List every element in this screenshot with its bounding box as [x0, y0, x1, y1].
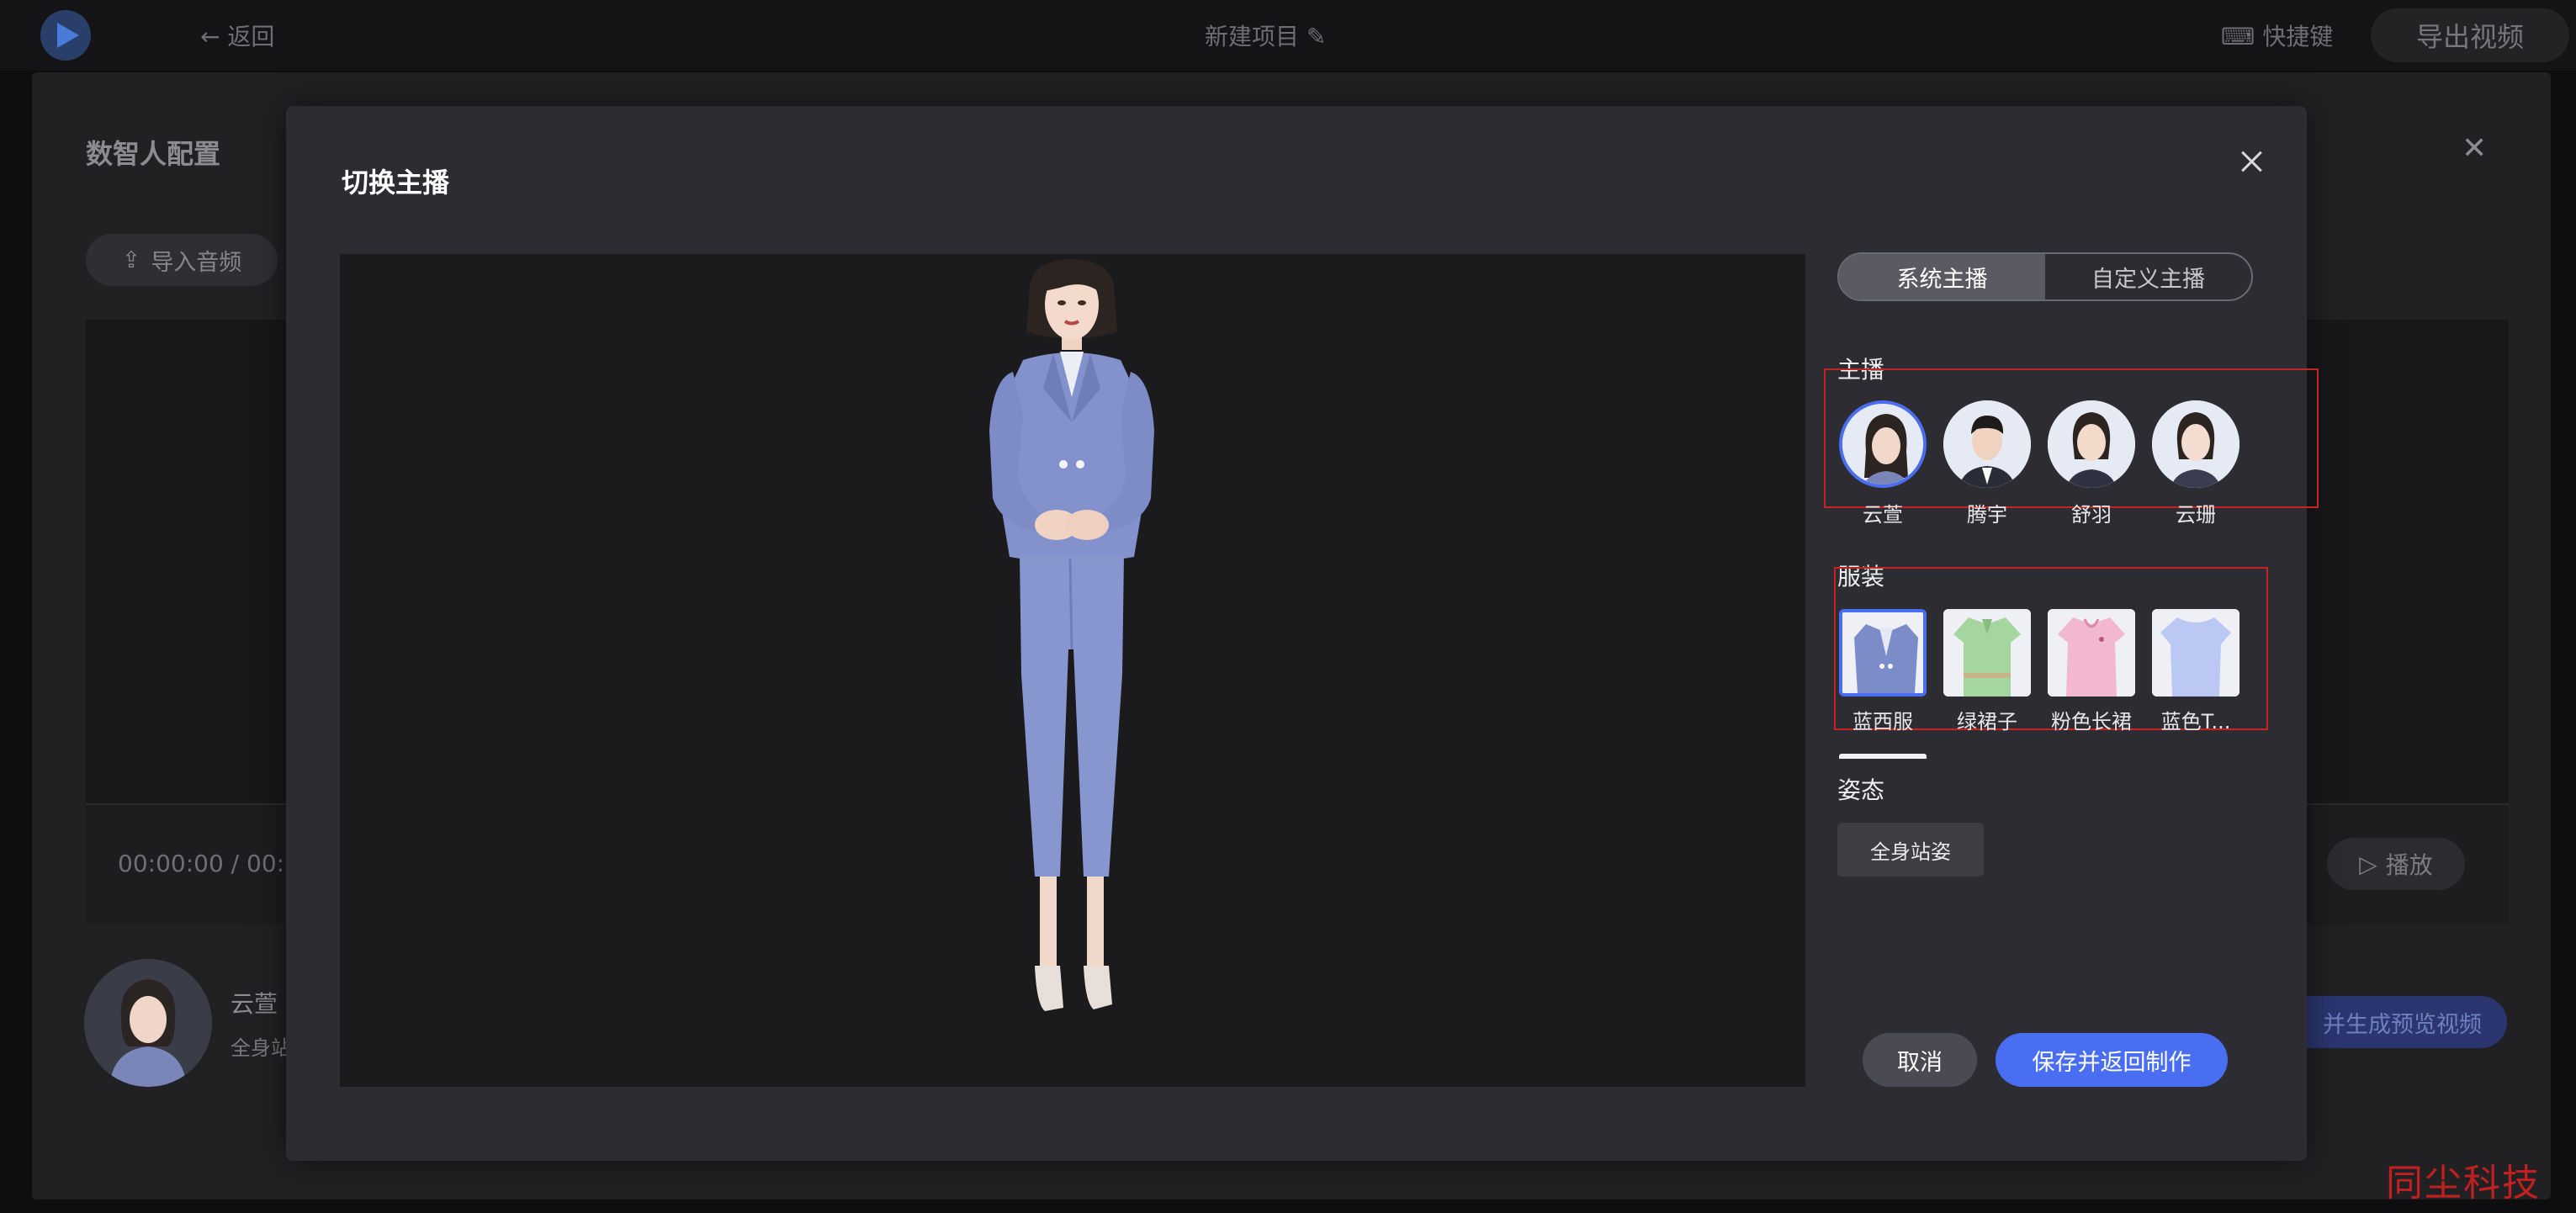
time-display: 00:00:00 / 00:	[118, 850, 284, 877]
project-title[interactable]: 新建项目 ✎	[1205, 19, 1326, 52]
edit-icon: ✎	[1299, 23, 1327, 50]
anchor-name-shuyu: 舒羽	[2071, 503, 2112, 527]
anchor-option-yunxuan[interactable]	[1839, 400, 1927, 488]
outfit-option-pink-dress[interactable]	[2048, 609, 2135, 697]
cancel-button[interactable]: 取消	[1863, 1033, 1977, 1087]
outfit-name-pink-dress: 粉色长裙	[2051, 710, 2132, 734]
watermark-text: 同尘科技	[2386, 1162, 2541, 1205]
close-icon[interactable]	[2234, 145, 2268, 178]
export-video-button[interactable]: 导出视频	[2371, 8, 2569, 62]
shortcut-label: 快捷键	[2262, 23, 2334, 50]
anchor-name-yunxuan: 云萱	[1863, 503, 1903, 527]
outfit-option-blue-tshirt[interactable]	[2152, 609, 2239, 697]
back-button[interactable]: ← 返回	[200, 19, 274, 52]
tab-system-anchor[interactable]: 系统主播	[1839, 254, 2045, 299]
import-audio-button[interactable]: ⇪ 导入音频	[86, 234, 278, 286]
anchor-full-body-figure	[989, 259, 1154, 1011]
save-and-return-button[interactable]: 保存并返回制作	[1996, 1033, 2228, 1087]
time-total: 00:	[246, 850, 285, 877]
anchor-name-yunshan: 云珊	[2176, 503, 2216, 527]
anchor-preview-stage	[340, 254, 1805, 1087]
pose-section-label: 姿态	[1837, 776, 1885, 804]
keyboard-icon: ⌨	[2221, 23, 2263, 50]
import-audio-label: 导入音频	[151, 249, 242, 276]
app-logo	[40, 10, 91, 61]
config-close-icon[interactable]: ✕	[2462, 131, 2487, 166]
current-anchor-avatar[interactable]	[84, 959, 212, 1087]
time-separator: /	[231, 850, 240, 877]
pose-option-full-body-standing[interactable]: 全身站姿	[1837, 823, 1984, 877]
outfit-name-blue-tshirt: 蓝色T...	[2160, 710, 2231, 734]
config-dialog-title: 数智人配置	[86, 138, 221, 170]
play-button[interactable]: ▷ 播放	[2327, 838, 2465, 890]
play-icon: ▷	[2359, 850, 2377, 878]
outfit-name-blue-suit: 蓝西服	[1852, 710, 1913, 734]
time-current: 00:00:00	[118, 850, 224, 877]
anchor-option-tengyu[interactable]	[1943, 400, 2031, 488]
project-name: 新建项目	[1205, 23, 1300, 50]
shortcut-button[interactable]: ⌨ 快捷键	[2221, 19, 2333, 52]
top-bar: ← 返回 新建项目 ✎ ⌨ 快捷键 导出视频	[0, 0, 2576, 71]
current-anchor-name: 云萱	[231, 990, 278, 1018]
generate-preview-button[interactable]: 并生成预览视频	[2271, 996, 2507, 1048]
outfit-option-green-dress[interactable]	[1943, 609, 2031, 697]
outfit-option-partial[interactable]	[1839, 754, 1927, 759]
outfit-option-blue-suit[interactable]	[1839, 609, 1927, 697]
play-label: 播放	[2385, 851, 2433, 879]
modal-title: 切换主播	[342, 167, 450, 199]
outfit-name-green-dress: 绿裙子	[1957, 710, 2017, 734]
anchor-name-tengyu: 腾宇	[1967, 503, 2007, 527]
anchor-option-shuyu[interactable]	[2048, 400, 2135, 488]
tab-custom-anchor[interactable]: 自定义主播	[2045, 254, 2251, 299]
anchor-type-tabs: 系统主播 自定义主播	[1837, 252, 2253, 301]
current-anchor-pose: 全身站	[231, 1036, 291, 1060]
back-label: 返回	[227, 23, 275, 50]
anchor-option-yunshan[interactable]	[2152, 400, 2239, 488]
arrow-left-icon: ←	[200, 23, 228, 50]
upload-icon: ⇪	[121, 246, 141, 273]
